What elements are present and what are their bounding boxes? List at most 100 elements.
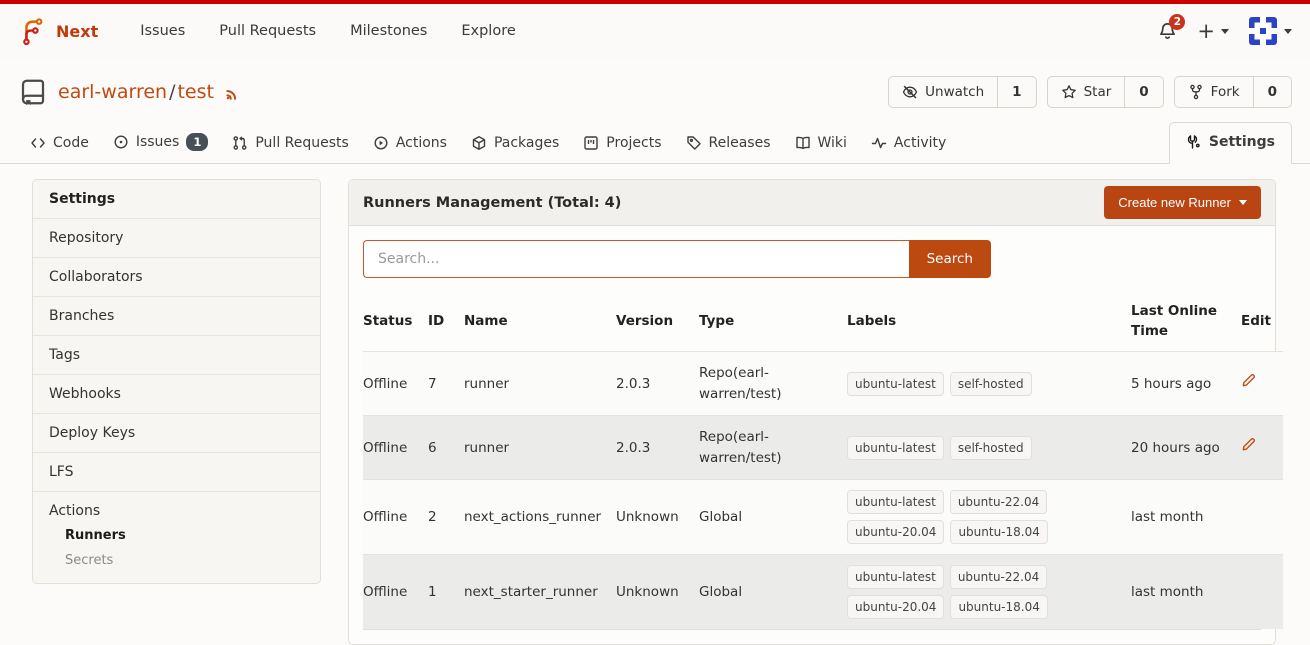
sidebar-header-settings: Settings [33, 180, 320, 219]
tab-pull-requests[interactable]: Pull Requests [220, 125, 360, 163]
issue-icon [113, 134, 129, 150]
sidebar-item-tags[interactable]: Tags [33, 336, 320, 375]
tab-issues[interactable]: Issues 1 [101, 123, 221, 163]
label-chip: self-hosted [950, 436, 1032, 460]
repo-name-link[interactable]: test [177, 81, 214, 103]
search-button[interactable]: Search [909, 240, 991, 278]
runners-table: Status ID Name Version Type Labels Last … [363, 292, 1283, 629]
sidebar-item-lfs[interactable]: LFS [33, 453, 320, 492]
primary-nav: Issues Pull Requests Milestones Explore [126, 15, 530, 47]
home-link[interactable]: Next [18, 15, 98, 47]
fork-button-group: Fork 0 [1174, 76, 1292, 108]
watch-button-group: Unwatch 1 [888, 76, 1036, 108]
create-new-runner-button[interactable]: Create new Runner [1104, 186, 1261, 219]
star-button[interactable]: Star [1048, 77, 1125, 107]
fork-label: Fork [1211, 84, 1240, 100]
tab-actions[interactable]: Actions [361, 125, 459, 163]
pull-request-icon [232, 135, 248, 151]
wrench-icon [1186, 134, 1202, 150]
unwatch-button[interactable]: Unwatch [889, 77, 997, 107]
tab-activity[interactable]: Activity [859, 125, 958, 163]
col-last-online: Last Online Time [1131, 292, 1241, 352]
stars-count[interactable]: 0 [1124, 77, 1162, 107]
package-icon [471, 135, 487, 151]
code-icon [30, 135, 46, 151]
notifications-button[interactable]: 2 [1158, 21, 1177, 41]
col-name: Name [464, 292, 616, 352]
sidebar-item-deploy-keys[interactable]: Deploy Keys [33, 414, 320, 453]
col-version: Version [616, 292, 699, 352]
table-row: Offline 1 next_starter_runner Unknown Gl… [363, 555, 1283, 630]
tab-releases[interactable]: Releases [674, 125, 783, 163]
runner-type: Repo(earl-warren/test) [699, 352, 847, 416]
tab-settings[interactable]: Settings [1169, 122, 1292, 164]
sidebar-section-actions[interactable]: Actions [33, 492, 320, 523]
col-status: Status [363, 292, 428, 352]
chevron-down-icon [1239, 200, 1247, 205]
sidebar-item-webhooks[interactable]: Webhooks [33, 375, 320, 414]
runner-last-online: last month [1131, 480, 1241, 555]
runner-id: 2 [428, 480, 464, 555]
brand-name: Next [56, 22, 98, 41]
forks-count[interactable]: 0 [1253, 77, 1291, 107]
sidebar-item-branches[interactable]: Branches [33, 297, 320, 336]
sidebar-item-repository[interactable]: Repository [33, 219, 320, 258]
fork-icon [1188, 84, 1204, 100]
edit-runner-button[interactable] [1241, 373, 1256, 388]
plus-icon: + [1197, 21, 1215, 42]
star-label: Star [1084, 84, 1112, 100]
runner-name: next_actions_runner [464, 480, 616, 555]
notification-count-badge: 2 [1169, 14, 1185, 30]
repo-book-icon [18, 77, 48, 107]
repo-separator: / [169, 81, 175, 103]
runner-type: Global [699, 555, 847, 630]
tab-packages[interactable]: Packages [459, 125, 571, 163]
nav-explore[interactable]: Explore [447, 15, 529, 47]
rss-icon[interactable] [224, 83, 242, 101]
runner-version: Unknown [616, 480, 699, 555]
sidebar-item-secrets[interactable]: Secrets [33, 548, 320, 573]
runner-version: 2.0.3 [616, 416, 699, 480]
runner-version: Unknown [616, 555, 699, 630]
table-header-row: Status ID Name Version Type Labels Last … [363, 292, 1283, 352]
play-circle-icon [373, 135, 389, 151]
avatar [1249, 17, 1277, 45]
label-chip: ubuntu-latest [847, 436, 944, 460]
pulse-icon [871, 135, 887, 151]
runner-status: Offline [363, 416, 428, 480]
repo-owner-link[interactable]: earl-warren [58, 81, 167, 103]
nav-pull-requests[interactable]: Pull Requests [205, 15, 330, 47]
runner-type: Repo(earl-warren/test) [699, 416, 847, 480]
fork-button[interactable]: Fork [1175, 77, 1253, 107]
nav-milestones[interactable]: Milestones [336, 15, 441, 47]
runners-panel: Runners Management (Total: 4) Create new… [348, 179, 1276, 645]
label-chip: ubuntu-22.04 [950, 490, 1047, 514]
create-menu-button[interactable]: + [1197, 21, 1229, 42]
sidebar-item-collaborators[interactable]: Collaborators [33, 258, 320, 297]
runner-version: 2.0.3 [616, 352, 699, 416]
runner-id: 6 [428, 416, 464, 480]
label-chip: ubuntu-20.04 [847, 595, 944, 619]
book-icon [795, 135, 811, 151]
col-labels: Labels [847, 292, 1131, 352]
table-row: Offline 2 next_actions_runner Unknown Gl… [363, 480, 1283, 555]
chevron-down-icon [1284, 29, 1292, 34]
tab-code[interactable]: Code [18, 125, 101, 163]
search-input[interactable] [363, 240, 909, 278]
label-chip: self-hosted [950, 372, 1032, 396]
user-menu-button[interactable] [1249, 17, 1292, 45]
unwatch-label: Unwatch [925, 84, 984, 100]
label-chip: ubuntu-18.04 [950, 595, 1047, 619]
table-row: Offline 6 runner 2.0.3 Repo(earl-warren/… [363, 416, 1283, 480]
runner-last-online: last month [1131, 555, 1241, 630]
watchers-count[interactable]: 1 [997, 77, 1035, 107]
eye-slash-icon [902, 84, 918, 100]
tab-projects[interactable]: Projects [571, 125, 673, 163]
sidebar-item-runners[interactable]: Runners [33, 523, 320, 548]
nav-issues[interactable]: Issues [126, 15, 199, 47]
col-edit: Edit [1241, 292, 1283, 352]
edit-runner-button[interactable] [1241, 437, 1256, 452]
tab-wiki[interactable]: Wiki [783, 125, 859, 163]
issues-count-badge: 1 [186, 133, 208, 151]
runner-status: Offline [363, 480, 428, 555]
